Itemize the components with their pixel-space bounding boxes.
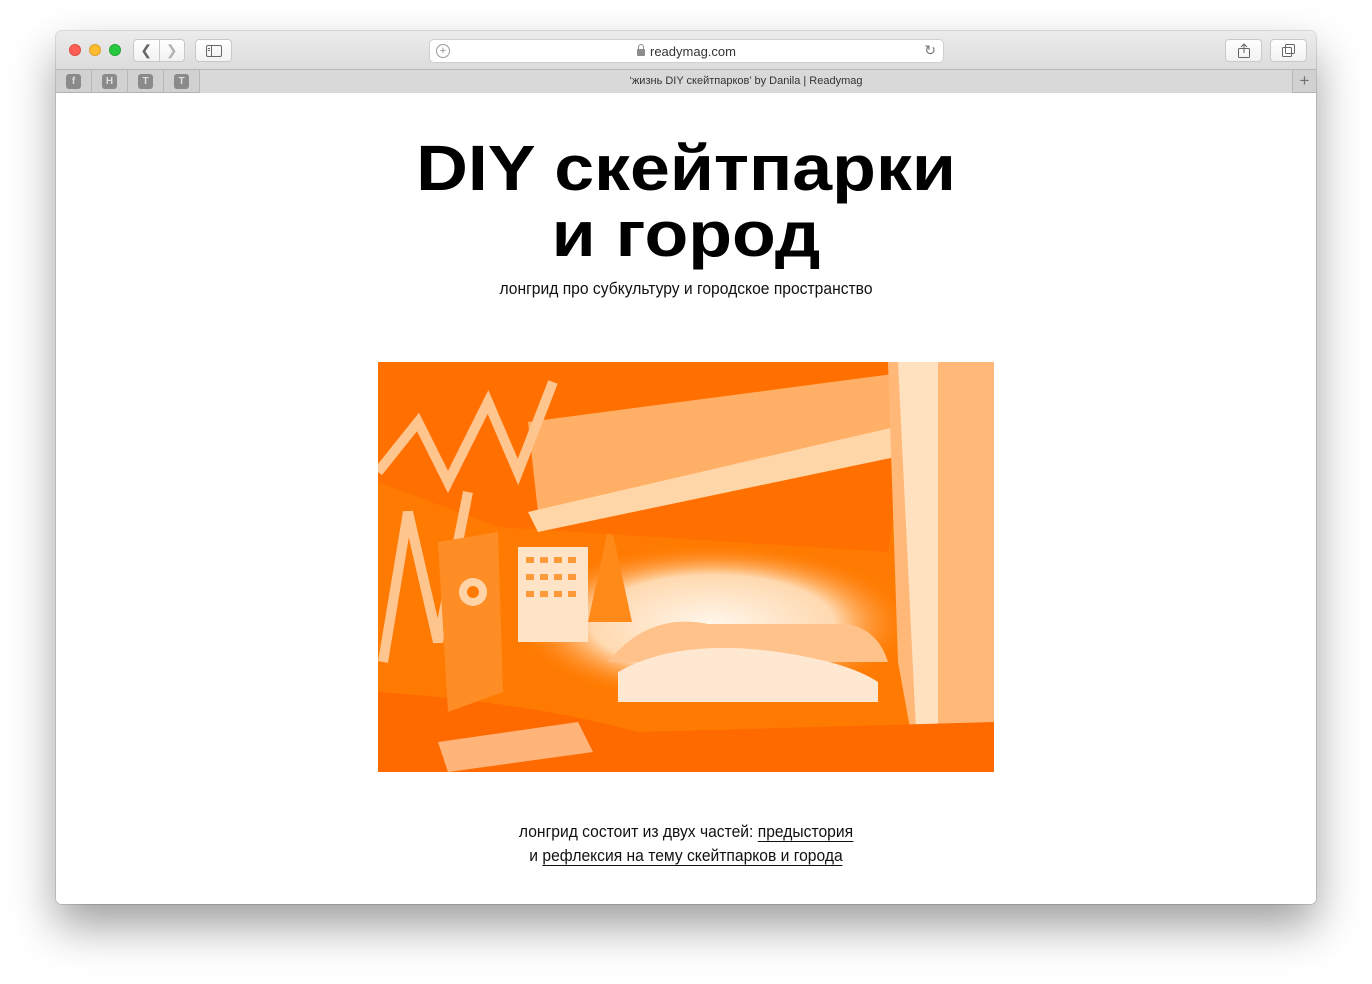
caption-text-1: лонгрид состоит из двух частей: [518, 822, 758, 841]
hero-image-skatepark [378, 362, 994, 772]
page-title: DIY скейтпарки и город [56, 135, 1316, 267]
forward-button[interactable]: ❯ [160, 40, 185, 61]
new-tab-button[interactable]: + [1292, 70, 1316, 93]
divider [163, 70, 164, 93]
chevron-left-icon: ❮ [140, 42, 153, 58]
sidebar-icon [205, 44, 222, 57]
reload-icon[interactable]: ↻ [924, 42, 936, 59]
page-subtitle: лонгрид про субкультуру и городское прос… [499, 279, 873, 298]
zoom-window-button[interactable] [109, 44, 121, 56]
favorite-t-icon[interactable]: T [174, 74, 189, 89]
tabs-overview-icon [1281, 44, 1295, 57]
skatepark-photo [378, 362, 994, 772]
divider [127, 70, 128, 93]
plus-circle-icon[interactable]: + [436, 44, 450, 58]
lock-icon [637, 43, 645, 56]
chevron-right-icon: ❯ [165, 42, 178, 58]
page-content: DIY скейтпарки и город лонгрид про субку… [56, 93, 1316, 904]
title-line-2: и город [551, 198, 821, 270]
minimize-window-button[interactable] [89, 44, 101, 56]
caption-text-2: и [529, 846, 543, 865]
share-icon [1237, 43, 1250, 58]
title-line-1: DIY скейтпарки [416, 132, 956, 204]
browser-toolbar: ❮ ❯ + readymag.com ↻ [56, 31, 1316, 69]
address-bar[interactable]: + readymag.com ↻ [429, 39, 944, 63]
close-window-button[interactable] [69, 44, 81, 56]
back-button[interactable]: ❮ [134, 40, 160, 61]
sidebar-button[interactable] [195, 39, 232, 62]
link-backstory[interactable]: предыстория [757, 822, 854, 842]
plus-icon: + [1299, 71, 1310, 90]
url-text: readymag.com [650, 43, 736, 59]
share-button[interactable] [1225, 39, 1262, 62]
intro-caption: лонгрид состоит из двух частей: предысто… [106, 820, 1265, 868]
tab-active[interactable]: ‘жизнь DIY скейтпарков’ by Danila | Read… [200, 70, 1292, 93]
navigation-buttons: ❮ ❯ [133, 39, 185, 62]
link-reflection[interactable]: рефлексия на тему скейтпарков и города [542, 846, 843, 866]
divider [91, 70, 92, 93]
favorite-h-icon[interactable]: H [102, 74, 117, 89]
tabs-overview-button[interactable] [1270, 39, 1307, 62]
browser-window: ❮ ❯ + readymag.com ↻ f H T T ‘жизнь DIY … [56, 31, 1316, 904]
favorite-facebook-icon[interactable]: f [66, 74, 81, 89]
tab-bar: f H T T ‘жизнь DIY скейтпарков’ by Danil… [56, 69, 1316, 93]
favorite-t-icon[interactable]: T [138, 74, 153, 89]
